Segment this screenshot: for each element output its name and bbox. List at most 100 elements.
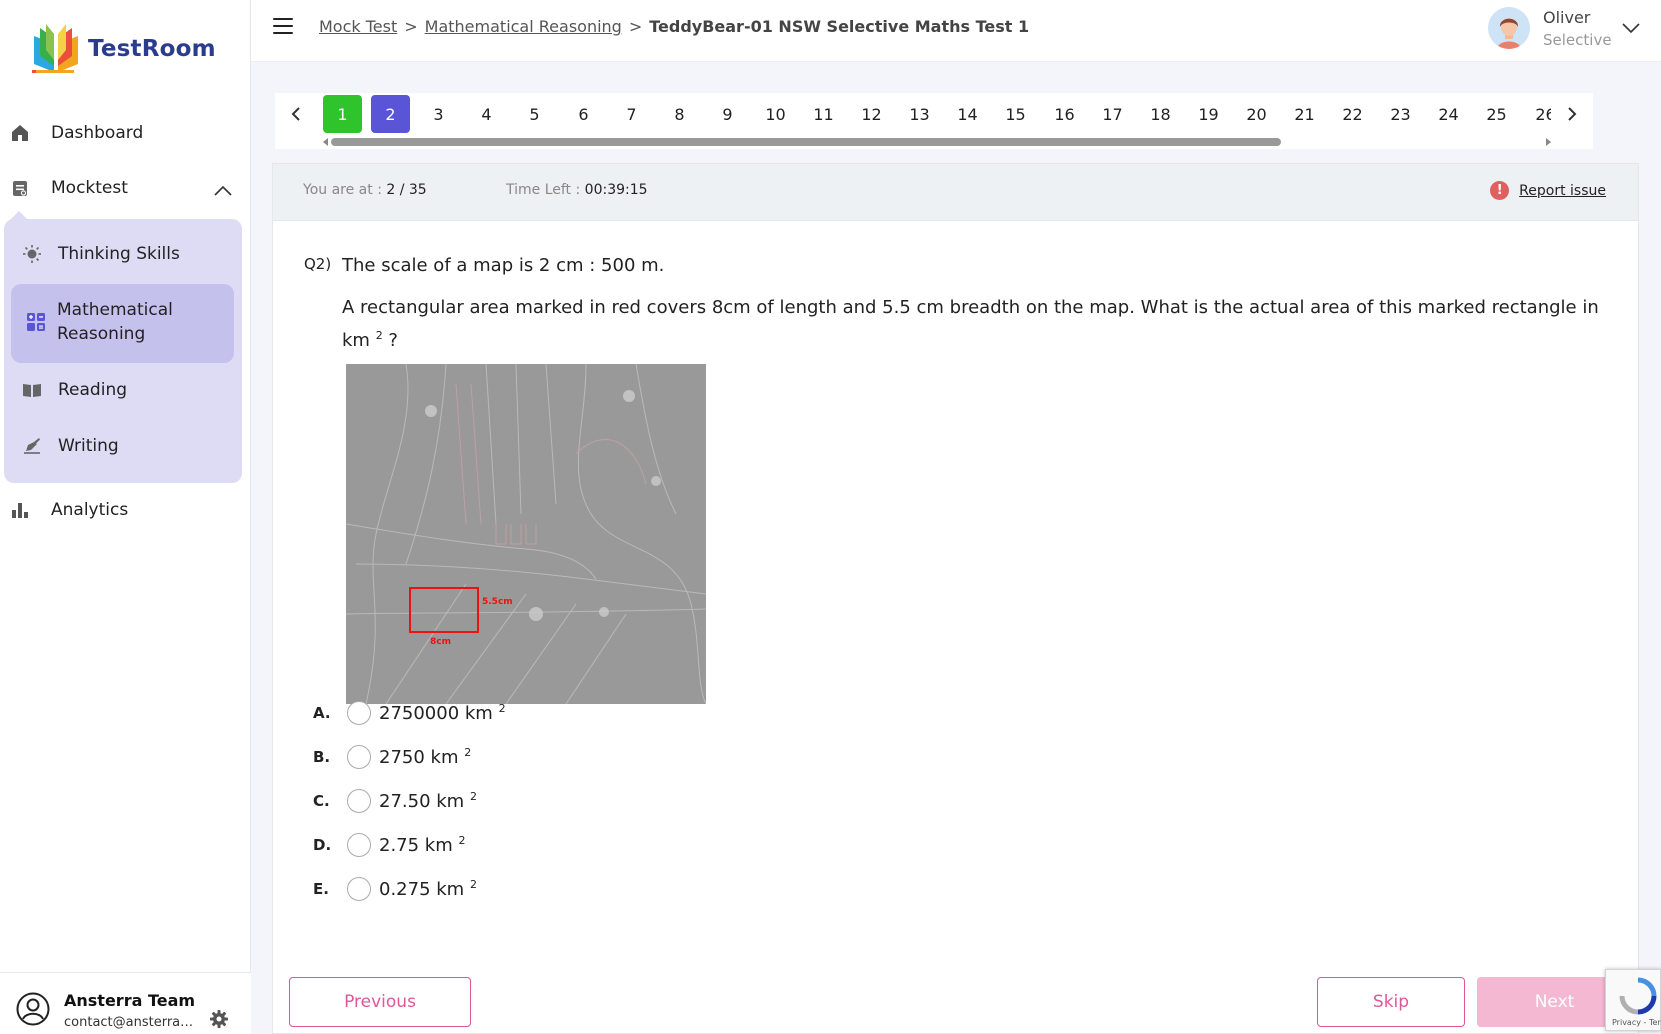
submenu-item-writing[interactable]: Writing (22, 436, 119, 456)
question-number-button[interactable]: 8 (660, 95, 699, 133)
option-radio[interactable] (347, 745, 371, 769)
option-radio[interactable] (347, 833, 371, 857)
report-issue-label: Report issue (1519, 182, 1606, 199)
question-number-button[interactable]: 23 (1381, 95, 1420, 133)
scroll-right-arrow[interactable] (1546, 138, 1551, 146)
chevron-left-icon (291, 107, 300, 121)
timer: Time Left : 00:39:15 (506, 182, 648, 198)
question-number-button[interactable]: 15 (996, 95, 1035, 133)
option-letter: E. (313, 880, 329, 898)
question-number-button[interactable]: 11 (804, 95, 843, 133)
question-number-button[interactable]: 16 (1045, 95, 1084, 133)
alert-icon: ! (1490, 181, 1510, 200)
chevron-down-icon[interactable] (1621, 18, 1641, 38)
skip-button[interactable]: Skip (1317, 977, 1465, 1027)
option-e[interactable]: E. 0.275 km 2 (313, 877, 477, 901)
question-number-button[interactable]: 26 (1526, 95, 1551, 133)
option-value: 27.50 km (379, 791, 465, 812)
question-number-button[interactable]: 2 (371, 95, 410, 133)
bar-chart-icon (10, 500, 30, 520)
previous-button[interactable]: Previous (289, 977, 471, 1027)
option-sup: 2 (458, 834, 466, 847)
question-pager: 1 2 3 4 5 6 7 8 9 10 11 12 13 14 15 16 17 18 19 20 21 22 23 24 2… (275, 93, 1593, 149)
top-bar: Mock Test > Mathematical Reasoning > Ted… (251, 0, 1661, 62)
question-number-button[interactable]: 19 (1189, 95, 1228, 133)
question-number-button[interactable]: 24 (1429, 95, 1468, 133)
sidebar: TestRoom Dashboard Mocktest Thinking Ski… (0, 0, 251, 1034)
chevron-up-icon[interactable] (212, 180, 234, 202)
option-c[interactable]: C. 27.50 km 2 (313, 789, 477, 813)
sidebar-item-dashboard[interactable]: Dashboard (10, 123, 143, 143)
pager-scrollbar[interactable] (323, 137, 1551, 147)
question-number-button[interactable]: 18 (1141, 95, 1180, 133)
question-number-button[interactable]: 17 (1093, 95, 1132, 133)
option-letter: D. (313, 836, 332, 854)
question-number-button[interactable]: 1 (323, 95, 362, 133)
gear-icon[interactable] (209, 1009, 229, 1029)
status-bar: You are at : 2 / 35 Time Left : 00:39:15… (272, 163, 1639, 220)
question-number-button[interactable]: 4 (467, 95, 506, 133)
question-number-button[interactable]: 5 (515, 95, 554, 133)
option-text: 27.50 km 2 (379, 790, 477, 812)
recaptcha-icon (1619, 977, 1657, 1015)
submenu-item-label: Writing (58, 436, 119, 456)
question-number-button[interactable]: 20 (1237, 95, 1276, 133)
option-sup: 2 (469, 790, 477, 803)
option-sup: 2 (464, 746, 472, 759)
question-text-sup: 2 (375, 329, 383, 342)
question-number-button[interactable]: 6 (564, 95, 603, 133)
question-number-button[interactable]: 13 (900, 95, 939, 133)
submenu-item-thinking-skills[interactable]: Thinking Skills (22, 244, 180, 264)
option-b[interactable]: B. 2750 km 2 (313, 745, 471, 769)
question-number-button[interactable]: 25 (1477, 95, 1516, 133)
question-number: Q2) (304, 255, 332, 273)
option-a[interactable]: A. 2750000 km 2 (313, 701, 506, 725)
option-sup: 2 (469, 878, 477, 891)
hamburger-menu-icon[interactable] (273, 18, 293, 36)
pager-next-button[interactable] (1553, 95, 1591, 133)
report-issue-link[interactable]: ! Report issue (1490, 181, 1606, 200)
sidebar-item-mocktest[interactable]: Mocktest (10, 178, 128, 198)
question-number-button[interactable]: 21 (1285, 95, 1324, 133)
sidebar-item-analytics[interactable]: Analytics (10, 500, 128, 520)
question-number-button[interactable]: 3 (419, 95, 458, 133)
sidebar-item-label: Analytics (51, 500, 129, 520)
submenu-item-label: Mathematical Reasoning (57, 300, 173, 344)
profile-name: Oliver (1543, 8, 1591, 27)
position-label: You are at : (303, 182, 382, 198)
sidebar-item-label: Mocktest (51, 178, 128, 198)
scroll-left-arrow[interactable] (323, 138, 328, 146)
scrollbar-thumb[interactable] (331, 138, 1281, 146)
question-stem: The scale of a map is 2 cm : 500 m. (342, 255, 665, 276)
option-letter: A. (313, 704, 331, 722)
question-number-button[interactable]: 7 (612, 95, 651, 133)
user-footer: Ansterra Team contact@ansterra.com.au (0, 972, 251, 1034)
recaptcha-badge[interactable]: Privacy - Terms (1605, 969, 1661, 1031)
pager-prev-button[interactable] (277, 95, 315, 133)
question-panel: Q2) The scale of a map is 2 cm : 500 m. … (272, 220, 1639, 1034)
option-d[interactable]: D. 2.75 km 2 (313, 833, 466, 857)
option-radio[interactable] (347, 701, 371, 725)
footer-user-email: contact@ansterra.com.au (64, 1015, 196, 1030)
lightbulb-icon (22, 244, 42, 264)
profile-role: Selective (1543, 31, 1612, 49)
app-logo[interactable]: TestRoom (30, 22, 216, 76)
breadcrumb-mock-test[interactable]: Mock Test (319, 17, 397, 36)
map-length-label: 8cm (430, 637, 451, 647)
profile-avatar[interactable] (1488, 7, 1530, 49)
option-letter: C. (313, 792, 330, 810)
submenu-item-label: Reading (58, 380, 128, 400)
question-number-button[interactable]: 9 (708, 95, 747, 133)
question-number-button[interactable]: 10 (756, 95, 795, 133)
option-radio[interactable] (347, 789, 371, 813)
chevron-right-icon (1568, 107, 1577, 121)
question-number-button[interactable]: 22 (1333, 95, 1372, 133)
question-number-button[interactable]: 14 (948, 95, 987, 133)
option-radio[interactable] (347, 877, 371, 901)
question-number-button[interactable]: 12 (852, 95, 891, 133)
breadcrumb: Mock Test > Mathematical Reasoning > Ted… (319, 17, 1029, 36)
breadcrumb-mathematical-reasoning[interactable]: Mathematical Reasoning (425, 17, 622, 36)
option-value: 2.75 km (379, 835, 453, 856)
submenu-item-reading[interactable]: Reading (22, 380, 127, 400)
question-text-end: ? (382, 330, 398, 351)
